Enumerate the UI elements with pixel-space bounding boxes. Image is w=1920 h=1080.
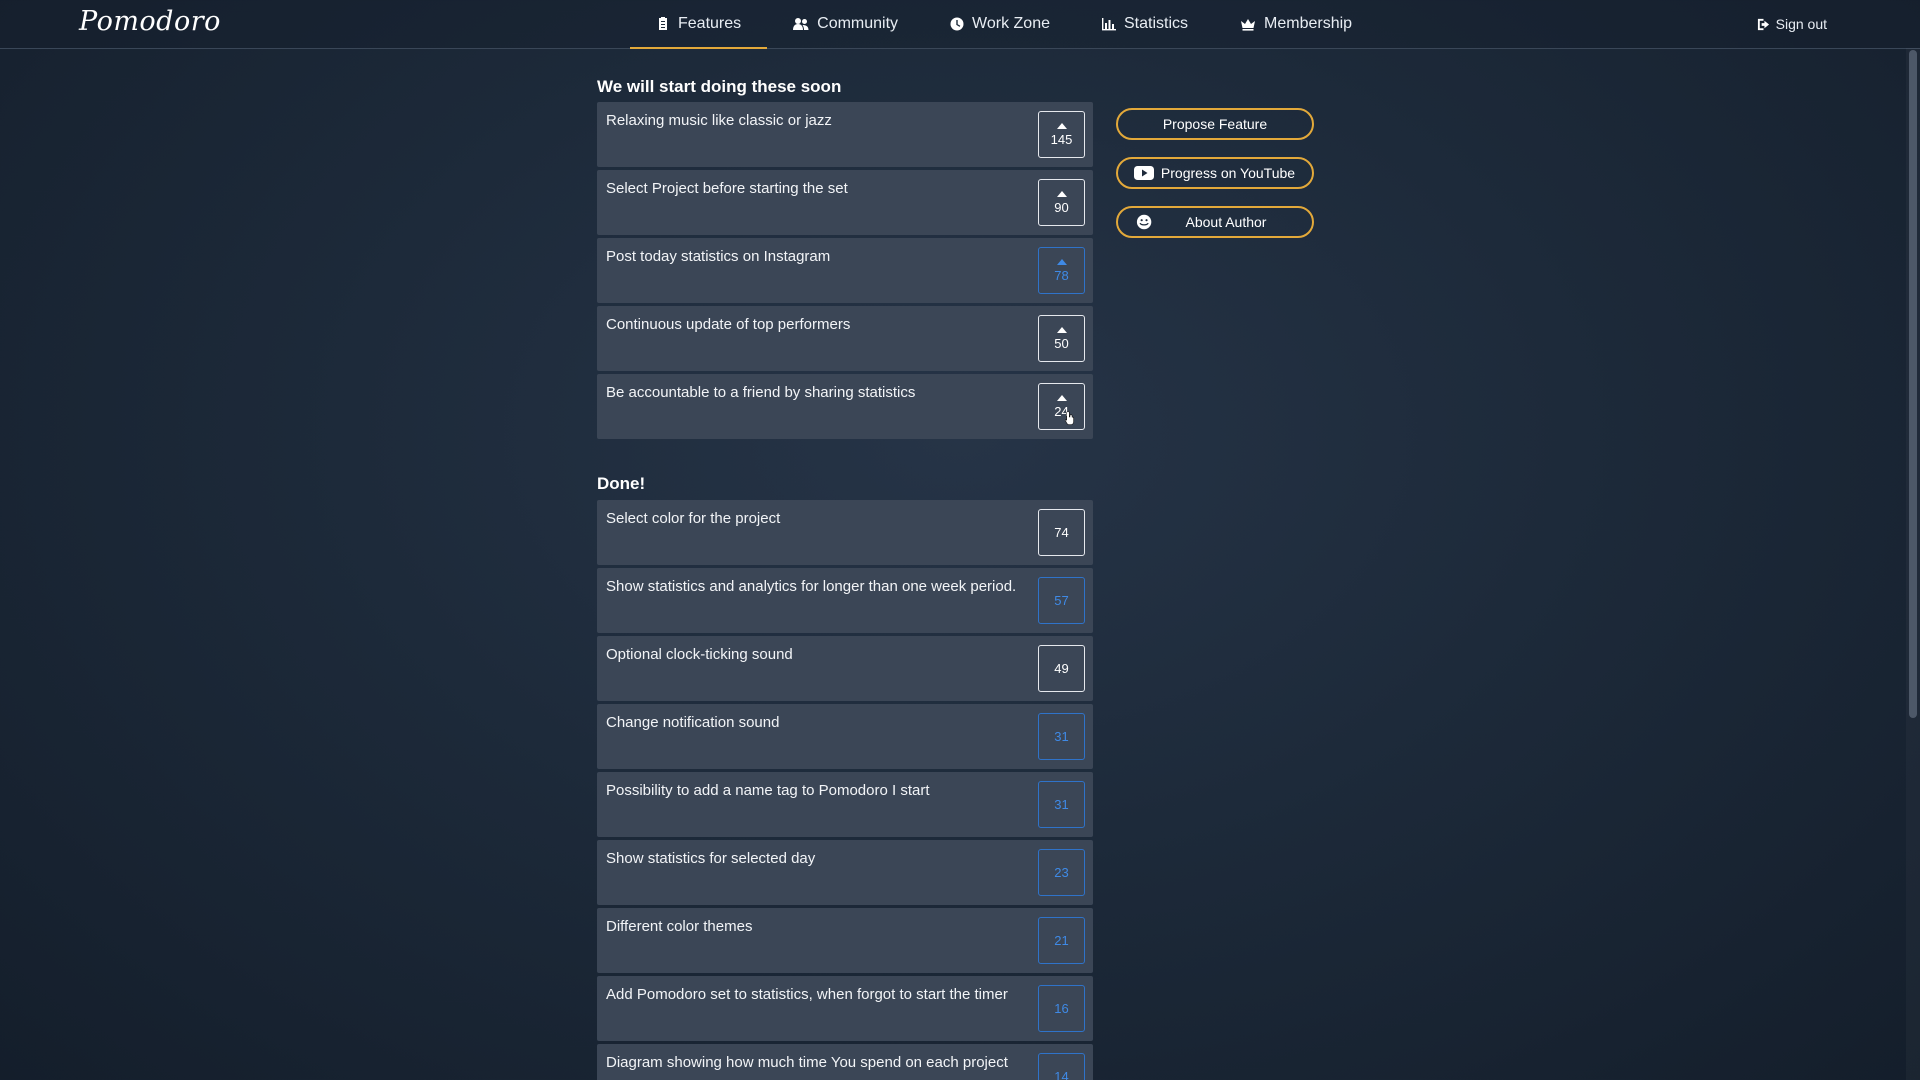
feature-row: Post today statistics on Instagram 78 bbox=[597, 238, 1093, 303]
sign-out-label: Sign out bbox=[1775, 16, 1827, 32]
vote-count: 23 bbox=[1054, 865, 1069, 880]
feature-text: Possibility to add a name tag to Pomodor… bbox=[606, 782, 930, 799]
upvote-arrow-icon bbox=[1056, 326, 1067, 333]
feature-text: Continuous update of top performers bbox=[606, 316, 851, 333]
crown-icon bbox=[1241, 19, 1256, 31]
feature-text: Relaxing music like classic or jazz bbox=[606, 112, 832, 129]
vote-count: 57 bbox=[1054, 593, 1069, 608]
sign-out-icon bbox=[1757, 18, 1769, 30]
main-nav: Features Community Work Zone Statistics … bbox=[630, 0, 1378, 49]
feature-text: Diagram showing how much time You spend … bbox=[606, 1054, 1008, 1071]
nav-community[interactable]: Community bbox=[767, 0, 924, 48]
scrollbar-thumb[interactable] bbox=[1909, 50, 1917, 718]
bar-chart-icon bbox=[1102, 18, 1116, 31]
nav-membership[interactable]: Membership bbox=[1214, 0, 1378, 48]
app-logo[interactable]: Pomodoro bbox=[79, 6, 221, 37]
vote-count-box-voted: 31 bbox=[1038, 781, 1085, 828]
feature-text: Optional clock-ticking sound bbox=[606, 646, 793, 663]
vote-count: 31 bbox=[1054, 797, 1069, 812]
feature-row: Optional clock-ticking sound 49 bbox=[597, 636, 1093, 701]
vote-count: 145 bbox=[1050, 131, 1073, 147]
clipboard-icon bbox=[659, 17, 667, 30]
hand-cursor-icon bbox=[1065, 411, 1074, 425]
vote-count: 49 bbox=[1054, 661, 1069, 676]
feature-row: Change notification sound 31 bbox=[597, 704, 1093, 769]
feature-row: Diagram showing how much time You spend … bbox=[597, 1044, 1093, 1080]
vote-count: 16 bbox=[1054, 1001, 1069, 1016]
upvote-arrow-icon bbox=[1056, 394, 1067, 401]
vote-count-box-voted: 57 bbox=[1038, 577, 1085, 624]
done-feature-list: Select color for the project 74 Show sta… bbox=[597, 500, 1093, 1080]
vote-count-box-voted: 21 bbox=[1038, 917, 1085, 964]
vote-count-box-voted: 16 bbox=[1038, 985, 1085, 1032]
upvote-button-voted[interactable]: 78 bbox=[1038, 247, 1085, 294]
feature-row: Continuous update of top performers 50 bbox=[597, 306, 1093, 371]
upvote-button[interactable]: 50 bbox=[1038, 315, 1085, 362]
nav-work-zone[interactable]: Work Zone bbox=[924, 0, 1076, 48]
feature-row: Possibility to add a name tag to Pomodor… bbox=[597, 772, 1093, 837]
soon-feature-list: Relaxing music like classic or jazz 145 … bbox=[597, 102, 1093, 442]
propose-feature-button[interactable]: Propose Feature bbox=[1116, 108, 1314, 140]
upvote-button[interactable]: 90 bbox=[1038, 179, 1085, 226]
nav-statistics-label: Statistics bbox=[1124, 15, 1189, 32]
propose-feature-label: Propose Feature bbox=[1162, 116, 1268, 132]
feature-row: Select Project before starting the set 9… bbox=[597, 170, 1093, 235]
feature-text: Select color for the project bbox=[606, 510, 781, 527]
nav-features-label: Features bbox=[678, 15, 742, 32]
vote-count-box-voted: 14 bbox=[1038, 1053, 1085, 1080]
users-icon bbox=[793, 18, 809, 30]
done-section-title: Done! bbox=[597, 474, 646, 493]
vote-count: 90 bbox=[1054, 199, 1069, 215]
about-author-label: About Author bbox=[1185, 214, 1267, 230]
feature-row: Select color for the project 74 bbox=[597, 500, 1093, 565]
feature-row: Show statistics and analytics for longer… bbox=[597, 568, 1093, 633]
upvote-arrow-icon bbox=[1056, 258, 1067, 265]
upvote-button[interactable]: 24 bbox=[1038, 383, 1085, 430]
feature-row: Show statistics for selected day 23 bbox=[597, 840, 1093, 905]
nav-work-zone-label: Work Zone bbox=[972, 15, 1050, 32]
smile-icon bbox=[1136, 214, 1152, 230]
feature-text: Different color themes bbox=[606, 918, 753, 935]
feature-row: Add Pomodoro set to statistics, when for… bbox=[597, 976, 1093, 1041]
page-scrollbar[interactable] bbox=[1906, 48, 1920, 1080]
vote-count: 74 bbox=[1054, 525, 1069, 540]
feature-text: Show statistics for selected day bbox=[606, 850, 816, 867]
feature-row: Relaxing music like classic or jazz 145 bbox=[597, 102, 1093, 167]
vote-count-box: 74 bbox=[1038, 509, 1085, 556]
vote-count: 50 bbox=[1054, 335, 1069, 351]
vote-count-box-voted: 23 bbox=[1038, 849, 1085, 896]
upvote-button[interactable]: 145 bbox=[1038, 111, 1085, 158]
top-nav-bar: Pomodoro Features Community Work Zone St… bbox=[0, 0, 1920, 49]
vote-count: 31 bbox=[1054, 729, 1069, 744]
feature-row: Be accountable to a friend by sharing st… bbox=[597, 374, 1093, 439]
upvote-arrow-icon bbox=[1056, 122, 1067, 129]
vote-count: 14 bbox=[1054, 1069, 1069, 1080]
vote-count-box-voted: 31 bbox=[1038, 713, 1085, 760]
youtube-progress-button[interactable]: Progress on YouTube bbox=[1116, 157, 1314, 189]
nav-community-label: Community bbox=[817, 15, 899, 32]
feature-text: Be accountable to a friend by sharing st… bbox=[606, 384, 916, 401]
nav-membership-label: Membership bbox=[1264, 15, 1353, 32]
vote-count: 78 bbox=[1054, 267, 1069, 283]
youtube-progress-label: Progress on YouTube bbox=[1160, 165, 1296, 181]
feature-row: Different color themes 21 bbox=[597, 908, 1093, 973]
feature-text: Show statistics and analytics for longer… bbox=[606, 578, 1017, 595]
vote-count: 21 bbox=[1054, 933, 1069, 948]
feature-text: Post today statistics on Instagram bbox=[606, 248, 831, 265]
side-actions: Propose Feature Progress on YouTube Abou… bbox=[1116, 108, 1314, 255]
nav-statistics[interactable]: Statistics bbox=[1076, 0, 1214, 48]
vote-count-box: 49 bbox=[1038, 645, 1085, 692]
feature-text: Select Project before starting the set bbox=[606, 180, 848, 197]
feature-text: Add Pomodoro set to statistics, when for… bbox=[606, 986, 1008, 1003]
soon-section-title: We will start doing these soon bbox=[597, 77, 842, 96]
clock-icon bbox=[950, 17, 964, 31]
youtube-icon bbox=[1134, 166, 1154, 180]
upvote-arrow-icon bbox=[1056, 190, 1067, 197]
sign-out-button[interactable]: Sign out bbox=[1757, 0, 1827, 48]
about-author-button[interactable]: About Author bbox=[1116, 206, 1314, 238]
nav-features[interactable]: Features bbox=[630, 0, 768, 49]
feature-text: Change notification sound bbox=[606, 714, 780, 731]
